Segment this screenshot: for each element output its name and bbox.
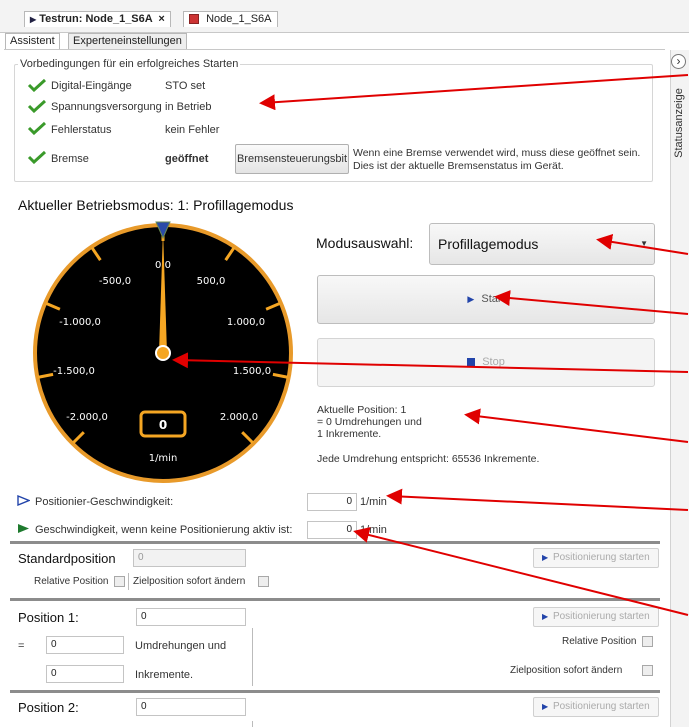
annotation-arrow (386, 488, 689, 511)
annotation-arrows (172, 74, 689, 616)
annotation-arrow (464, 408, 689, 443)
annotation-arrow (353, 527, 689, 616)
annotation-arrow (259, 74, 689, 111)
annotation-arrow (596, 233, 689, 255)
annotation-arrow (172, 352, 689, 373)
annotation-arrow (494, 290, 689, 315)
